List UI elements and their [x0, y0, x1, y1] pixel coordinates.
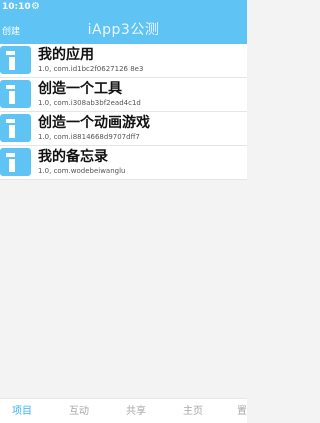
tab-interact[interactable]: 互动	[69, 406, 89, 418]
tab-share[interactable]: 共享	[126, 406, 146, 418]
status-time: 10:10	[2, 2, 31, 12]
tab-projects[interactable]: 项目	[12, 406, 32, 418]
project-package: 1.0, com.id1bc2f0627126 8e3	[38, 65, 144, 73]
project-name: 创造一个动画游戏	[38, 115, 150, 131]
project-package: 1.0, com.i308ab3bf2ead4c1d	[38, 99, 141, 107]
project-item-memo[interactable]: 我的备忘录 1.0, com.wodebeiwanglu	[0, 146, 247, 180]
page-title: iApp3公测	[87, 22, 160, 38]
app-icon	[0, 80, 31, 108]
app-icon	[0, 46, 31, 74]
project-name: 我的备忘录	[38, 149, 108, 165]
gear-icon: ⚙	[31, 1, 40, 12]
app-icon	[0, 114, 31, 142]
bottom-nav: 项目 互动 共享 主页 置	[0, 398, 247, 423]
project-item-tool[interactable]: 创造一个工具 1.0, com.i308ab3bf2ead4c1d	[0, 78, 247, 112]
project-item-my-app[interactable]: 我的应用 1.0, com.id1bc2f0627126 8e3	[0, 44, 247, 78]
project-name: 我的应用	[38, 47, 94, 63]
app-header: 10:10 ⚙ 创建 iApp3公测	[0, 0, 247, 44]
tab-home[interactable]: 主页	[183, 406, 203, 418]
project-list: 我的应用 1.0, com.id1bc2f0627126 8e3 创造一个工具 …	[0, 44, 247, 180]
project-name: 创造一个工具	[38, 81, 122, 97]
status-bar: 10:10 ⚙	[0, 0, 247, 14]
app-icon	[0, 148, 31, 176]
project-package: 1.0, com.i8814668d9707dff7	[38, 133, 140, 141]
project-item-animation-game[interactable]: 创造一个动画游戏 1.0, com.i8814668d9707dff7	[0, 112, 247, 146]
project-package: 1.0, com.wodebeiwanglu	[38, 167, 126, 175]
tab-settings[interactable]: 置	[237, 406, 247, 418]
